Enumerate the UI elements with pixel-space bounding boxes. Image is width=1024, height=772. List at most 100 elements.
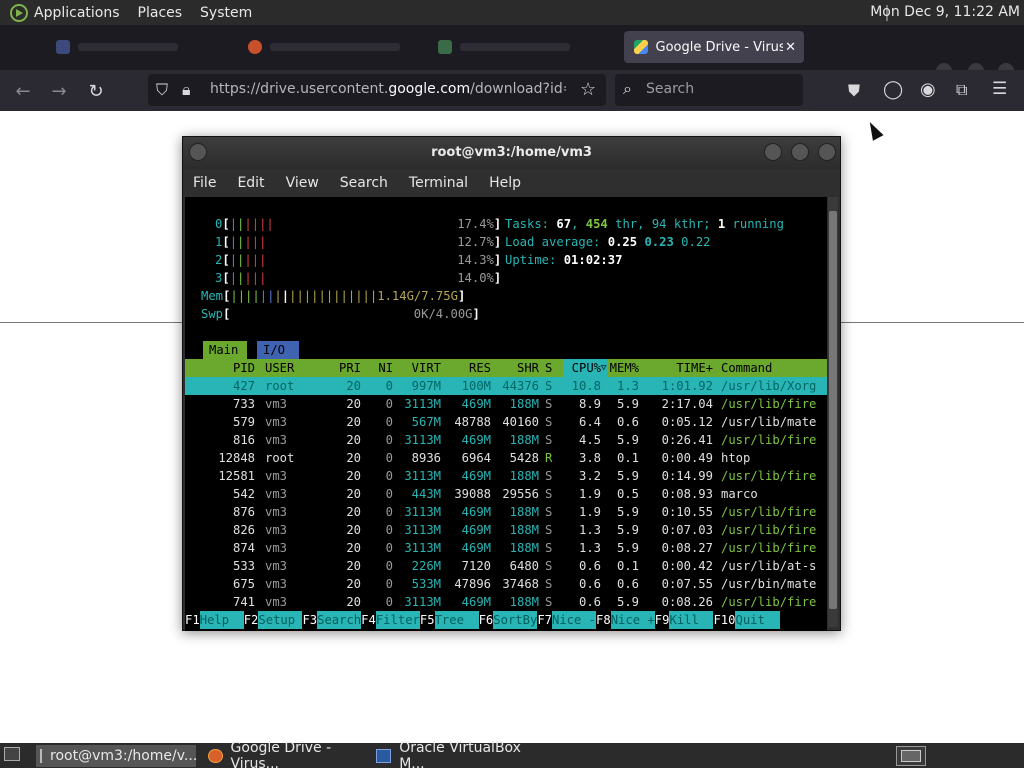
menu-applications[interactable]: Applications (34, 5, 120, 21)
cell-virt: 533M (411, 577, 441, 591)
pocket-icon[interactable]: ⛊ (848, 81, 860, 101)
terminal-menu-help[interactable]: Help (489, 175, 521, 191)
column-header-ni[interactable]: NI (365, 359, 393, 377)
process-table-header[interactable]: PID USER PRI NI VIRT RES SHR S CPU% MEM% TIME+ Comm… (185, 359, 827, 377)
fkey-f6[interactable]: F6 (479, 611, 494, 629)
process-row[interactable]: 542 vm3 20 0 443M 39088 29556 S 1.9 0.5 0:08.93 mar… (185, 485, 827, 503)
cell-s: S (545, 541, 553, 555)
fkey-label-nice[interactable]: Nice - (552, 611, 597, 629)
fkey-label-filter[interactable]: Filter (375, 611, 420, 629)
column-header-mem[interactable]: MEM% (603, 359, 639, 377)
fkey-label-quit[interactable]: Quit (735, 611, 780, 629)
fkey-f4[interactable]: F4 (361, 611, 376, 629)
url-bar[interactable]: ⛉ 🔒︎ https://drive.usercontent.google.co… (148, 74, 606, 106)
fkey-f8[interactable]: F8 (596, 611, 611, 629)
search-bar[interactable]: ⌕ Search (615, 74, 803, 106)
menu-places[interactable]: Places (138, 5, 183, 21)
htop-tab-main[interactable]: Main (203, 341, 247, 359)
browser-tab[interactable] (438, 31, 588, 63)
process-row[interactable]: 816 vm3 20 0 3113M 469M 188M S 4.5 5.9 0:26.41/usr… (185, 431, 827, 449)
window-menu-button[interactable] (189, 143, 207, 161)
reload-icon[interactable]: ↻ (83, 78, 109, 104)
selected-process-row[interactable]: 427 root 20 0 997M 100M 44376 S 10.8 1.3 1:01.92/u… (185, 377, 827, 395)
process-row[interactable]: 733 vm3 20 0 3113M 469M 188M S 8.9 5.9 2:17.04/usr… (185, 395, 827, 413)
fkey-f1[interactable]: F1 (185, 611, 200, 629)
process-row[interactable]: 826 vm3 20 0 3113M 469M 188M S 1.3 5.9 0:07.03/usr… (185, 521, 827, 539)
column-header-command[interactable]: Command (721, 359, 827, 377)
fkey-f7[interactable]: F7 (537, 611, 552, 629)
taskbar-item-terminal[interactable]: root@vm3:/home/v... (36, 745, 197, 767)
back-arrow-icon[interactable]: ← (10, 78, 36, 104)
column-header-s[interactable]: S (545, 359, 559, 377)
column-header-pid[interactable]: PID (185, 359, 255, 377)
workspace-1[interactable] (901, 750, 921, 762)
terminal-title[interactable]: root@vm3:/home/vm3 (183, 137, 840, 169)
container-circle-icon[interactable]: ◯ (883, 79, 903, 100)
hamburger-menu-icon[interactable]: ☰ (992, 79, 1007, 99)
fkey-label-tree[interactable]: Tree (434, 611, 479, 629)
taskbar-item-firefox[interactable]: Google Drive - Virus... (204, 740, 368, 772)
terminal-menu-view[interactable]: View (286, 175, 319, 191)
workspace-switcher[interactable] (896, 746, 926, 766)
htop-screen[interactable]: 0[|||||| 17.4%] 1[||||| 12.7%] 2[||||| 14.… (185, 197, 827, 631)
browser-tab-active[interactable]: Google Drive - Virus s ✕ (624, 31, 804, 63)
fkey-f5[interactable]: F5 (420, 611, 435, 629)
process-row[interactable]: 533 vm3 20 0 226M 7120 6480 S 0.6 0.1 0:00.42/usr/… (185, 557, 827, 575)
taskbar-item-virtualbox[interactable]: Oracle VirtualBox M... (372, 740, 542, 772)
column-header-shr[interactable]: SHR (491, 359, 539, 377)
fkey-f10[interactable]: F10 (713, 611, 735, 629)
cpu-meter-bar: ||||| (229, 235, 267, 249)
shield-icon[interactable]: ⛉ (156, 80, 168, 100)
fkey-label-setup[interactable]: Setup (258, 611, 303, 629)
column-header-res[interactable]: RES (443, 359, 491, 377)
cell-pri: 20 (346, 415, 361, 429)
process-row[interactable]: 741 vm3 20 0 3113M 469M 188M S 0.6 5.9 0:08.26/usr… (185, 593, 827, 611)
close-tab-icon[interactable]: ✕ (785, 40, 796, 55)
fkey-f9[interactable]: F9 (655, 611, 670, 629)
column-header-cpu[interactable]: CPU% (563, 359, 601, 377)
terminal-menu-terminal[interactable]: Terminal (409, 175, 468, 191)
show-desktop-icon[interactable] (4, 747, 20, 761)
terminal-maximize-button[interactable] (791, 143, 809, 161)
fkey-label-search[interactable]: Search (317, 611, 362, 629)
fkey-label-nice[interactable]: Nice + (610, 611, 655, 629)
terminal-menu-search[interactable]: Search (340, 175, 388, 191)
process-row[interactable]: 12581 vm3 20 0 3113M 469M 188M S 3.2 5.9 0:14.99/u… (185, 467, 827, 485)
panel-clock[interactable]: Mon Dec 9, 11:22 AM (870, 4, 1020, 20)
forward-arrow-icon[interactable]: → (46, 78, 72, 104)
terminal-minimize-button[interactable] (764, 143, 782, 161)
browser-tab[interactable] (248, 31, 418, 63)
fkey-label-help[interactable]: Help (199, 611, 244, 629)
fkey-label-kill[interactable]: Kill (669, 611, 714, 629)
column-header-pri[interactable]: PRI (327, 359, 361, 377)
htop-tab-io[interactable]: I/O (257, 341, 299, 359)
terminal-window[interactable]: root@vm3:/home/vm3 File Edit View Search… (182, 136, 841, 631)
lock-icon[interactable]: 🔒︎ (182, 80, 191, 100)
terminal-close-button[interactable] (818, 143, 836, 161)
fkey-f2[interactable]: F2 (244, 611, 259, 629)
terminal-menu-edit[interactable]: Edit (237, 175, 264, 191)
account-icon[interactable]: ◉ (920, 79, 936, 100)
browser-tab[interactable] (56, 31, 196, 63)
process-row[interactable]: 874 vm3 20 0 3113M 469M 188M S 1.3 5.9 0:08.27/usr… (185, 539, 827, 557)
cell-mem: 5.9 (616, 397, 639, 411)
fkey-f3[interactable]: F3 (302, 611, 317, 629)
column-header-user[interactable]: USER (265, 359, 335, 377)
mate-logo-icon[interactable] (10, 3, 28, 22)
process-row[interactable]: 12848 root 20 0 8936 6964 5428 R 3.8 0.1 0:00.49 ht… (185, 449, 827, 467)
process-row[interactable]: 579 vm3 20 0 567M 48788 40160 S 6.4 0.6 0:05.12/us… (185, 413, 827, 431)
column-header-time[interactable]: TIME+ (647, 359, 713, 377)
menu-system[interactable]: System (200, 5, 252, 21)
cell-cmd: /usr/lib/fire (721, 595, 817, 609)
process-row[interactable]: 675 vm3 20 0 533M 47896 37468 S 0.6 0.6 0:07.55/us… (185, 575, 827, 593)
column-header-virt[interactable]: VIRT (393, 359, 441, 377)
bookmark-star-icon[interactable]: ☆ (580, 79, 596, 100)
extensions-icon[interactable]: ⧉ (956, 80, 967, 100)
fkey-label-sortby[interactable]: SortBy (493, 611, 538, 629)
cell-mem: 0.6 (616, 577, 639, 591)
terminal-menu-file[interactable]: File (193, 175, 216, 191)
process-row[interactable]: 876 vm3 20 0 3113M 469M 188M S 1.9 5.9 0:10.55/usr… (185, 503, 827, 521)
terminal-scrollbar[interactable] (828, 197, 838, 627)
scrollbar-thumb[interactable] (829, 211, 837, 609)
cell-time: 0:00.49 (661, 451, 713, 465)
